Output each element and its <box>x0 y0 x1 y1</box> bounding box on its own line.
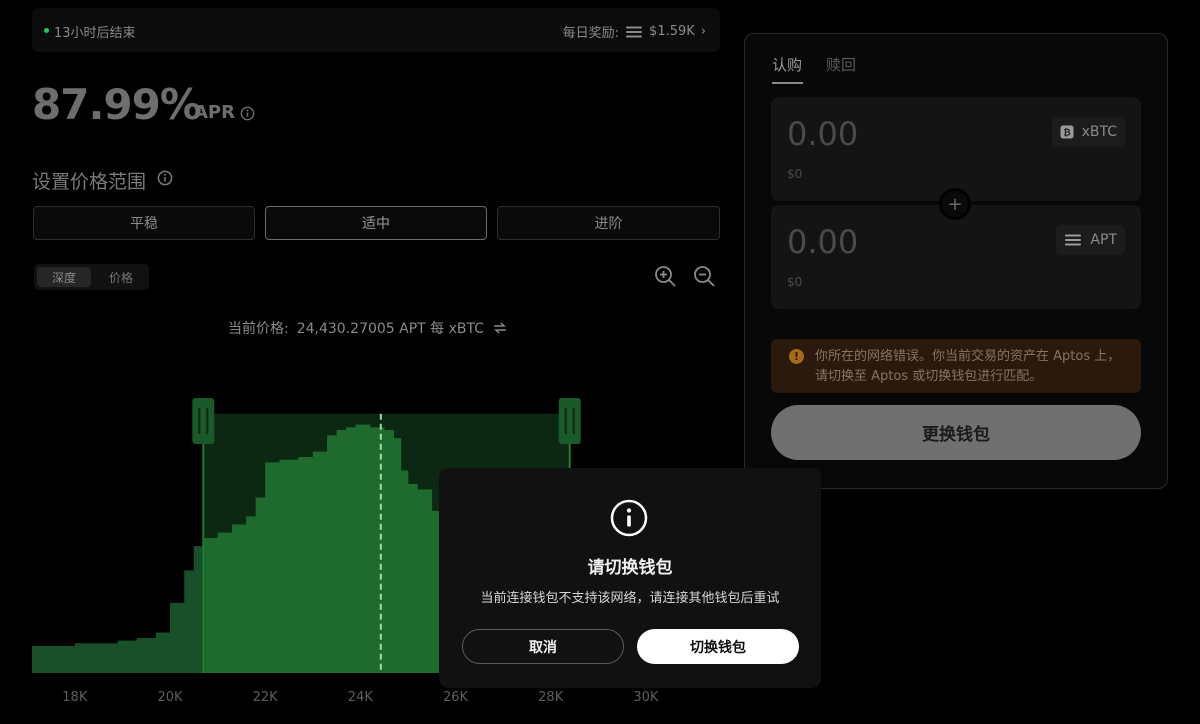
warning-icon: ! <box>789 349 804 364</box>
xbtc-amount-input[interactable]: 0.00 <box>787 115 858 153</box>
apt-amount-box[interactable]: 0.00 $0 APT <box>771 205 1141 309</box>
cancel-button[interactable]: 取消 <box>462 629 624 664</box>
svg-text:₿: ₿ <box>1063 128 1070 139</box>
depth-bar <box>369 427 385 673</box>
current-price: 当前价格: 24,430.27005 APT 每 xBTC <box>228 318 508 338</box>
active-tab-indicator <box>772 82 803 84</box>
zoom-out-icon[interactable] <box>692 264 716 288</box>
apr-value: 87.99% <box>32 80 202 129</box>
range-min-handle[interactable] <box>192 398 215 444</box>
price-range-title: 设置价格范围 <box>32 171 147 193</box>
aptos-icon <box>1065 234 1082 246</box>
depth-bar <box>393 438 402 673</box>
bitcoin-icon: ₿ <box>1060 125 1074 139</box>
tab-depth[interactable]: 深度 <box>37 267 91 287</box>
depth-bar <box>203 538 218 673</box>
switch-wallet-modal: 请切换钱包 当前连接钱包不支持该网络，请连接其他钱包后重试 取消 切换钱包 <box>439 468 821 688</box>
range-option-advanced[interactable]: 进阶 <box>497 206 720 240</box>
depth-bar <box>346 427 356 673</box>
x-tick-label: 20K <box>157 690 183 705</box>
range-option-moderate[interactable]: 适中 <box>265 206 487 240</box>
depth-bar <box>231 524 247 673</box>
depth-bar <box>265 462 280 673</box>
depth-bar <box>407 484 418 673</box>
network-warning: ! 你所在的网络错误。你当前交易的资产在 Aptos 上，请切换至 Aptos … <box>771 339 1141 393</box>
xbtc-usd-value: $0 <box>787 167 803 181</box>
x-tick-label: 30K <box>633 690 659 705</box>
range-option-stable[interactable]: 平稳 <box>33 206 255 240</box>
x-tick-label: 28K <box>538 690 564 705</box>
depth-bar <box>384 430 395 673</box>
depth-bar <box>217 532 233 673</box>
tab-price[interactable]: 价格 <box>94 267 148 287</box>
chevron-right-icon: › <box>700 24 706 39</box>
event-banner: 13小时后结束 每日奖励: $1.59K › <box>32 8 720 52</box>
apt-amount-input[interactable]: 0.00 <box>787 223 858 261</box>
xbtc-token-label: xBTC <box>1081 124 1117 140</box>
chart-view-toggle: 深度 价格 <box>34 264 149 290</box>
depth-bar <box>400 470 409 673</box>
plus-icon: + <box>939 188 971 220</box>
depth-bar <box>336 430 347 673</box>
depth-bar <box>117 640 138 673</box>
x-tick-label: 24K <box>347 690 373 705</box>
info-icon[interactable] <box>240 106 255 121</box>
apt-token-select[interactable]: APT <box>1056 225 1125 255</box>
zoom-in-icon[interactable] <box>653 264 677 288</box>
depth-bar <box>417 489 433 673</box>
change-wallet-button[interactable]: 更换钱包 <box>771 405 1141 460</box>
modal-title: 请切换钱包 <box>587 558 673 578</box>
current-price-label: 当前价格: <box>228 321 289 337</box>
x-tick-label: 26K <box>442 690 469 705</box>
aptos-icon <box>626 26 643 37</box>
depth-bar <box>74 643 119 673</box>
range-max-handle[interactable] <box>558 398 581 444</box>
apr-label: APR <box>194 102 235 123</box>
depth-bar <box>193 546 204 673</box>
daily-reward-label: 每日奖励: <box>562 26 620 41</box>
network-warning-text: 你所在的网络错误。你当前交易的资产在 Aptos 上，请切换至 Aptos 或切… <box>815 349 1121 384</box>
x-tick-label: 18K <box>62 690 88 705</box>
xbtc-amount-box[interactable]: 0.00 $0 ₿ xBTC <box>771 97 1141 201</box>
daily-reward-value: $1.59K <box>649 24 695 39</box>
depth-bar <box>136 637 157 673</box>
depth-bar <box>312 451 328 673</box>
depth-bar <box>170 602 185 673</box>
swap-icon[interactable] <box>492 321 508 335</box>
daily-reward[interactable]: 每日奖励: $1.59K › <box>563 22 706 41</box>
depth-bar <box>155 632 171 673</box>
depth-bar <box>246 516 257 673</box>
current-price-value: 24,430.27005 APT 每 xBTC <box>296 321 485 337</box>
depth-bar <box>327 435 337 673</box>
info-icon <box>610 499 648 537</box>
depth-bar <box>279 459 299 673</box>
depth-bar <box>32 646 76 673</box>
depth-bar <box>355 424 371 673</box>
status-dot <box>44 28 49 33</box>
tab-redeem[interactable]: 赎回 <box>826 54 856 75</box>
xbtc-token-select[interactable]: ₿ xBTC <box>1051 117 1125 147</box>
x-tick-label: 22K <box>252 690 278 705</box>
depth-bar <box>298 457 314 673</box>
depth-bar <box>184 570 195 673</box>
info-icon[interactable] <box>157 170 173 186</box>
modal-message: 当前连接钱包不支持该网络，请连接其他钱包后重试 <box>480 591 780 606</box>
apt-token-label: APT <box>1090 232 1117 248</box>
apt-usd-value: $0 <box>787 275 803 289</box>
tab-subscribe[interactable]: 认购 <box>772 54 802 75</box>
switch-wallet-button[interactable]: 切换钱包 <box>637 629 799 664</box>
event-countdown: 13小时后结束 <box>54 26 136 41</box>
depth-bar <box>255 497 266 673</box>
